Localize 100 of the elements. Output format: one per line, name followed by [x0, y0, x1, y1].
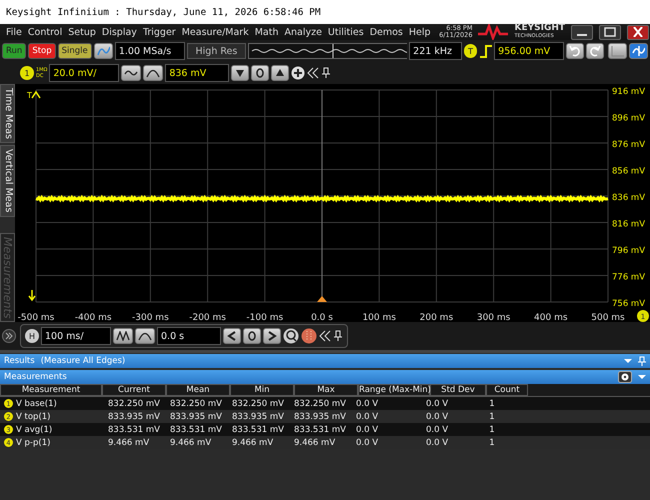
menu-item[interactable]: Measure/Mark [182, 26, 249, 38]
table-cell: 1 [489, 424, 495, 434]
time-scale-field[interactable]: 100 ms/ [41, 327, 111, 345]
coarse-knob-button[interactable] [113, 328, 133, 344]
menu-item[interactable]: Help [408, 26, 431, 38]
menu-item[interactable]: File [6, 26, 22, 38]
side-tab[interactable]: Time Meas [0, 84, 15, 144]
menu-item[interactable]: Analyze [284, 26, 322, 38]
table-cell: 833.531 mV [108, 424, 160, 434]
collapse-icon[interactable] [307, 67, 320, 79]
acquisition-button[interactable]: Run [2, 43, 26, 59]
arc-icon[interactable] [138, 331, 152, 341]
x-tick-label: 400 ms [534, 313, 568, 322]
maximize-icon[interactable] [604, 27, 616, 37]
results-title: Results [4, 356, 35, 366]
channel-badge[interactable]: 1 [20, 66, 34, 80]
pin-icon[interactable] [321, 67, 332, 79]
column-header[interactable]: Measurement [0, 384, 102, 396]
pin-icon[interactable] [333, 330, 343, 342]
table-cell: 833.935 mV [294, 412, 346, 422]
x-tick-label: 0.0 s [311, 313, 333, 322]
horizontal-badge[interactable]: H [25, 329, 39, 343]
menu-item[interactable]: Display [102, 26, 137, 38]
vertical-scale-field[interactable]: 20.0 mV/ [49, 64, 120, 82]
menu-item[interactable]: Demos [370, 26, 403, 38]
menu-item[interactable]: Setup [68, 26, 96, 38]
menu-item[interactable]: Control [28, 26, 62, 38]
trigger-level-marker: T [27, 91, 32, 100]
collapse-icon[interactable] [319, 330, 331, 342]
menu-item[interactable]: Trigger [142, 26, 176, 38]
fine-knob-button[interactable] [143, 65, 164, 81]
table-cell: 833.531 mV [294, 424, 346, 434]
x-tick-label: -300 ms [132, 313, 169, 322]
down-triangle-icon[interactable] [235, 68, 246, 78]
undo-button[interactable] [566, 43, 584, 59]
table-cell: 9.466 mV [170, 438, 212, 448]
acquisition-button[interactable]: Single [58, 43, 92, 59]
wave-icon[interactable] [124, 68, 138, 78]
redo-button[interactable] [586, 43, 604, 59]
expand-icon[interactable] [2, 329, 16, 343]
up-button[interactable] [271, 65, 290, 81]
zero-button[interactable] [243, 328, 261, 344]
layout-button[interactable] [608, 43, 627, 59]
time-position-field[interactable]: 0.0 s [157, 327, 221, 345]
column-header[interactable]: Min [230, 384, 294, 396]
table-cell: 0.0 V [426, 438, 448, 448]
dropdown-icon[interactable] [624, 358, 632, 364]
close-button[interactable] [627, 24, 649, 40]
table-cell: 832.250 mV [170, 398, 222, 408]
coarse-knob-button[interactable] [121, 65, 142, 81]
x-tick-label: -400 ms [74, 313, 112, 322]
left-chevron-icon[interactable] [227, 331, 237, 341]
side-tab[interactable]: Vertical Meas [0, 145, 15, 216]
y-tick-label: 876 mV [612, 140, 646, 150]
zoom-icon[interactable] [283, 328, 299, 344]
column-header[interactable]: Count [486, 384, 528, 396]
y-tick-label: 756 mV [612, 299, 646, 309]
column-header[interactable]: Current [102, 384, 166, 396]
column-header[interactable]: Range (Max-Min) [358, 384, 430, 396]
column-header[interactable]: Mean [166, 384, 230, 396]
acquisition-button[interactable]: Stop [28, 43, 56, 59]
table-cell: 9.466 mV [232, 438, 274, 448]
record-icon[interactable] [301, 328, 317, 344]
menu-item[interactable]: Math [254, 26, 278, 38]
table-cell: 0.0 V [356, 412, 378, 422]
settings-icon[interactable] [618, 371, 632, 383]
column-header[interactable]: Std Dev [430, 384, 486, 396]
maximize-button[interactable] [599, 24, 621, 40]
trigger-level-field[interactable]: 956.00 mV [494, 42, 564, 60]
waveform-mode-button[interactable] [628, 43, 648, 59]
arc-icon[interactable] [146, 68, 160, 78]
add-icon[interactable] [291, 66, 306, 80]
table-cell: 832.250 mV [294, 398, 346, 408]
down-button[interactable] [231, 65, 250, 81]
table-cell: 833.935 mV [108, 412, 160, 422]
ring-icon[interactable] [255, 68, 266, 78]
table-cell: 0.0 V [356, 398, 378, 408]
zero-button[interactable] [251, 65, 270, 81]
y-tick-label: 796 mV [612, 246, 646, 256]
up-triangle-icon[interactable] [275, 68, 286, 78]
right-button[interactable] [263, 328, 281, 344]
dropdown-icon[interactable] [638, 374, 646, 380]
minimize-button[interactable] [571, 24, 593, 40]
left-button[interactable] [223, 328, 241, 344]
acquisition-mode-button[interactable]: High Res [186, 43, 246, 59]
fine-knob-button[interactable] [135, 328, 155, 344]
zigzag-icon[interactable] [116, 331, 130, 341]
table-cell: 833.935 mV [170, 412, 222, 422]
autoscale-button[interactable] [94, 43, 113, 59]
ring-icon[interactable] [247, 331, 257, 341]
menu-item[interactable]: Utilities [328, 26, 364, 38]
rising-edge-icon[interactable] [479, 44, 492, 58]
offset-field[interactable]: 836 mV [165, 64, 230, 82]
column-header[interactable]: Max [294, 384, 358, 396]
x-tick-label: 300 ms [476, 313, 510, 322]
sample-rate-field[interactable]: 1.00 MSa/s [114, 42, 185, 60]
table-cell: 1 [489, 398, 495, 408]
close-icon[interactable] [632, 27, 644, 37]
y-tick-label: 856 mV [612, 166, 646, 176]
right-chevron-icon[interactable] [267, 331, 277, 341]
